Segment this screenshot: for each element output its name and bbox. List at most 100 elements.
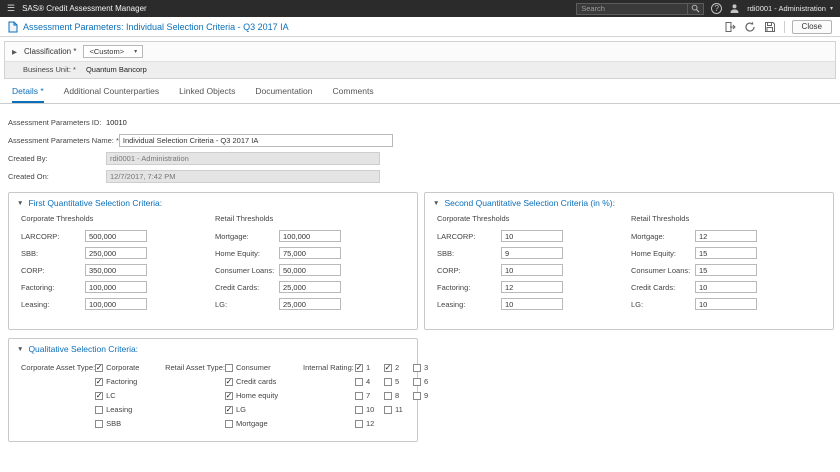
user-icon[interactable] — [729, 3, 740, 14]
checkbox-box[interactable] — [383, 391, 392, 400]
checkbox-box[interactable] — [412, 391, 421, 400]
checkbox-box[interactable] — [354, 377, 363, 386]
credit-cards-percent-input[interactable] — [695, 281, 757, 293]
checkbox-mortgage[interactable]: Mortgage — [224, 419, 303, 428]
checkbox-rating-8[interactable]: 8 — [383, 391, 409, 400]
checkbox-box[interactable] — [354, 419, 363, 428]
search-input[interactable] — [576, 2, 689, 15]
consumer-loans-threshold-input[interactable] — [279, 264, 341, 276]
close-button[interactable]: Close — [791, 19, 832, 34]
sbb-threshold-input[interactable] — [85, 247, 147, 259]
hamburger-menu-icon[interactable]: ☰ — [7, 4, 15, 13]
home-equity-threshold-input[interactable] — [279, 247, 341, 259]
corp-threshold-input[interactable] — [85, 264, 147, 276]
checkbox-label: Corporate — [106, 363, 140, 372]
save-icon[interactable] — [764, 20, 777, 33]
help-icon[interactable]: ? — [711, 3, 723, 14]
checkbox-box[interactable] — [354, 405, 363, 414]
lg-percent-input[interactable] — [695, 298, 757, 310]
checkbox-box[interactable] — [224, 377, 233, 386]
larcorp-percent-input[interactable] — [501, 230, 563, 242]
checkbox-box[interactable] — [224, 405, 233, 414]
checkbox-rating-6[interactable]: 6 — [412, 377, 438, 386]
corp-percent-input[interactable] — [501, 264, 563, 276]
checkbox-box[interactable] — [95, 419, 104, 428]
assessment-id-value: 10010 — [106, 117, 127, 127]
search-icon[interactable] — [688, 2, 705, 15]
user-label: rdi0001 - Administration — [747, 4, 826, 13]
checkbox-box[interactable] — [95, 377, 104, 386]
checkbox-box[interactable] — [412, 377, 421, 386]
tab-linked-objects[interactable]: Linked Objects — [179, 86, 235, 103]
checkbox-box[interactable] — [412, 363, 421, 372]
lg-threshold-input[interactable] — [279, 298, 341, 310]
checkbox-rating-3[interactable]: 3 — [412, 363, 438, 372]
checkbox-home-equity[interactable]: Home equity — [224, 391, 303, 400]
mortgage-threshold-input[interactable] — [279, 230, 341, 242]
export-icon[interactable] — [724, 20, 737, 33]
checkbox-rating-9[interactable]: 9 — [412, 391, 438, 400]
search-box — [576, 2, 705, 15]
checkbox-rating-10[interactable]: 10 — [354, 405, 380, 414]
retail-asset-type-label: Retail Asset Type: — [165, 363, 225, 372]
checkbox-box[interactable] — [224, 419, 233, 428]
checkbox-rating-5[interactable]: 5 — [383, 377, 409, 386]
app-title: SAS® Credit Assessment Manager — [22, 4, 147, 13]
assessment-name-input[interactable] — [118, 133, 393, 147]
expand-icon[interactable]: ▶ — [12, 48, 17, 56]
checkbox-box[interactable] — [354, 363, 363, 372]
collapse-icon[interactable]: ▼ — [17, 200, 23, 207]
checkbox-rating-2[interactable]: 2 — [383, 363, 409, 372]
leasing-threshold-input[interactable] — [85, 298, 147, 310]
sbb-percent-input[interactable] — [501, 247, 563, 259]
classification-dropdown[interactable]: <Custom> ▾ — [83, 45, 144, 58]
factoring-percent-input[interactable] — [501, 281, 563, 293]
assessment-name-label: Assessment Parameters Name: * — [8, 135, 119, 145]
user-menu[interactable]: rdi0001 - Administration ▾ — [747, 4, 833, 13]
leasing-percent-input[interactable] — [501, 298, 563, 310]
checkbox-rating-7[interactable]: 7 — [354, 391, 380, 400]
checkbox-rating-11[interactable]: 11 — [383, 405, 409, 414]
checkbox-consumer[interactable]: Consumer — [224, 363, 303, 372]
tab-additional-counterparties[interactable]: Additional Counterparties — [64, 86, 159, 103]
qualitative-panel: ▼ Qualitative Selection Criteria: Corpor… — [8, 338, 428, 442]
credit-cards-label: Credit Cards: — [215, 282, 260, 292]
larcorp-threshold-input[interactable] — [85, 230, 147, 242]
checkbox-box[interactable] — [383, 405, 392, 414]
checkbox-label: Mortgage — [235, 419, 268, 428]
checkbox-rating-12[interactable]: 12 — [354, 419, 380, 428]
checkbox-rating-1[interactable]: 1 — [354, 363, 380, 372]
refresh-icon[interactable] — [744, 20, 757, 33]
tab-details[interactable]: Details * — [12, 86, 44, 103]
checkbox-leasing[interactable]: Leasing — [95, 405, 165, 414]
checkbox-box[interactable] — [224, 391, 233, 400]
checkbox-box[interactable] — [95, 405, 104, 414]
checkbox-label: 1 — [365, 363, 371, 372]
checkbox-credit-cards[interactable]: Credit cards — [224, 377, 303, 386]
consumer-loans-percent-input[interactable] — [695, 264, 757, 276]
checkbox-box[interactable] — [95, 363, 104, 372]
factoring-threshold-input[interactable] — [85, 281, 147, 293]
checkbox-rating-4[interactable]: 4 — [354, 377, 380, 386]
tab-documentation[interactable]: Documentation — [255, 86, 312, 103]
field-row: LARCORP: — [21, 230, 215, 242]
home-equity-percent-input[interactable] — [695, 247, 757, 259]
checkbox-box[interactable] — [383, 363, 392, 372]
tab-comments[interactable]: Comments — [333, 86, 374, 103]
checkbox-lc[interactable]: LC — [95, 391, 165, 400]
mortgage-percent-input[interactable] — [695, 230, 757, 242]
checkbox-sbb[interactable]: SBB — [95, 419, 165, 428]
details-tab-content: Assessment Parameters ID: 10010 Assessme… — [0, 104, 840, 442]
checkbox-corporate[interactable]: Corporate — [95, 363, 165, 372]
classification-label: Classification * — [24, 47, 77, 56]
collapse-icon[interactable]: ▼ — [17, 346, 23, 353]
collapse-icon[interactable]: ▼ — [433, 200, 439, 207]
checkbox-box[interactable] — [383, 377, 392, 386]
checkbox-lg[interactable]: LG — [224, 405, 303, 414]
credit-cards-threshold-input[interactable] — [279, 281, 341, 293]
field-row: Mortgage: — [215, 230, 409, 242]
checkbox-box[interactable] — [354, 391, 363, 400]
checkbox-factoring[interactable]: Factoring — [95, 377, 165, 386]
checkbox-box[interactable] — [224, 363, 233, 372]
checkbox-box[interactable] — [95, 391, 104, 400]
